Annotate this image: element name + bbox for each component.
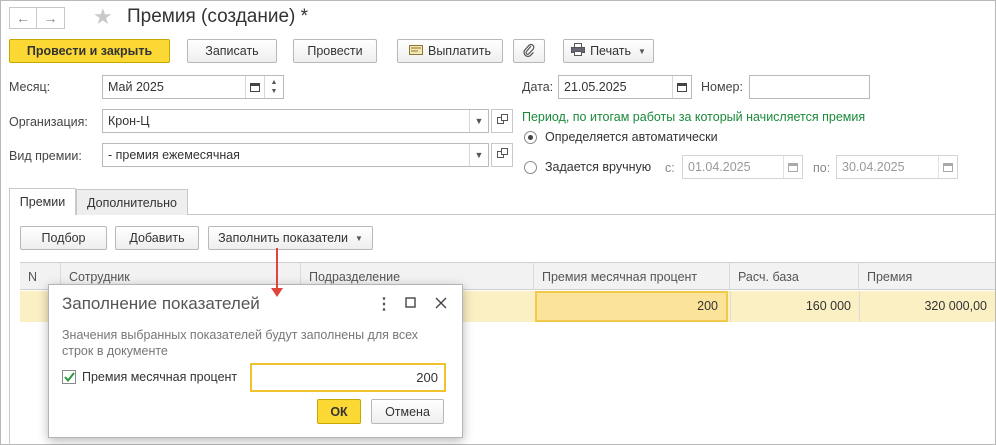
date-label: Дата: [522,80,554,94]
save-button[interactable]: Записать [187,39,277,63]
number-field[interactable] [749,75,870,99]
step-up-icon[interactable]: ▲ [271,78,278,87]
period-auto-radio[interactable] [524,130,537,144]
fill-indicators-button[interactable]: Заполнить показатели ▼ [208,226,373,250]
period-manual-option[interactable]: Задается вручную [524,160,651,174]
dialog-hint: Значения выбранных показателей будут зап… [62,328,419,358]
window-title: Премия (создание) * [127,6,309,27]
calendar-icon[interactable] [783,156,802,178]
period-auto-label: Определяется автоматически [545,130,718,144]
month-value: Май 2025 [108,80,164,94]
back-button[interactable]: ← [9,7,37,29]
paperclip-icon [523,43,535,60]
dialog-title: Заполнение показателей [62,294,260,313]
bonus-type-value: - премия ежемесячная [108,148,240,162]
fill-indicators-label: Заполнить показатели [218,231,348,245]
cancel-button[interactable]: Отмена [371,399,444,424]
to-label: по: [813,161,831,175]
column-header-base[interactable]: Расч. база [730,262,859,290]
fill-indicators-dialog: Заполнение показателей ⋮ Значения выбран… [48,284,463,438]
post-button[interactable]: Провести [293,39,377,63]
cell-percent[interactable]: 200 [535,291,728,322]
open-form-icon [496,114,508,128]
pay-icon [408,44,423,59]
bonus-type-label: Вид премии: [9,149,82,163]
tab-additional[interactable]: Дополнительно [76,189,188,215]
indicator-option[interactable]: Премия месячная процент [62,370,237,384]
bonus-type-field[interactable]: - премия ежемесячная ▼ [102,143,489,167]
chevron-down-icon: ▼ [638,46,646,56]
ok-label: ОК [330,404,348,419]
column-header-bonus[interactable]: Премия [859,262,995,290]
post-and-close-button[interactable]: Провести и закрыть [9,39,170,63]
pick-button[interactable]: Подбор [20,226,107,250]
month-stepper[interactable]: ▲ ▼ [264,76,283,98]
step-down-icon[interactable]: ▼ [271,87,278,96]
pay-button[interactable]: Выплатить [397,39,503,63]
period-auto-option[interactable]: Определяется автоматически [524,130,718,144]
organization-value: Крон-Ц [108,114,150,128]
print-button[interactable]: Печать ▼ [563,39,654,63]
period-caption: Период, по итогам работы за который начи… [522,110,866,124]
period-from-field[interactable]: 01.04.2025 [682,155,803,179]
period-to-value: 30.04.2025 [842,160,905,174]
period-from-value: 01.04.2025 [688,160,751,174]
number-value [750,76,869,98]
indicator-checkbox[interactable] [62,370,76,384]
calendar-icon[interactable] [245,76,264,98]
dropdown-icon[interactable]: ▼ [469,110,488,132]
cell-base[interactable]: 160 000 [731,291,859,322]
period-to-field[interactable]: 30.04.2025 [836,155,958,179]
printer-icon [571,43,586,59]
calendar-icon[interactable] [672,76,691,98]
save-label: Записать [205,44,259,58]
annotation-arrow [276,248,278,292]
from-label: с: [665,161,675,175]
column-header-percent[interactable]: Премия месячная процент [534,262,730,290]
more-options-icon[interactable]: ⋮ [376,294,392,314]
month-label: Месяц: [9,80,51,94]
tab-bonuses[interactable]: Премии [9,188,76,215]
favorite-star-icon[interactable]: ★ [93,4,113,30]
annotation-arrow-head [271,288,283,297]
attach-button[interactable] [513,39,545,63]
open-organization-button[interactable] [491,109,513,133]
maximize-icon[interactable] [405,294,416,312]
date-field[interactable]: 21.05.2025 [558,75,692,99]
forward-button[interactable]: → [37,7,65,29]
cell-bonus[interactable]: 320 000,00 [860,291,995,322]
post-label: Провести [307,44,363,58]
indicator-value-input[interactable]: 200 [250,363,446,392]
tab-additional-label: Дополнительно [87,195,177,210]
dropdown-icon[interactable]: ▼ [469,144,488,166]
number-label: Номер: [701,80,743,94]
tab-bonuses-label: Премии [19,195,66,209]
add-button[interactable]: Добавить [115,226,199,250]
month-field[interactable]: Май 2025 ▲ ▼ [102,75,284,99]
period-manual-label: Задается вручную [545,160,652,174]
organization-field[interactable]: Крон-Ц ▼ [102,109,489,133]
date-value: 21.05.2025 [564,80,627,94]
pick-label: Подбор [41,231,86,245]
cancel-label: Отмена [385,404,430,419]
nav-buttons: ← → [9,7,65,29]
post-and-close-label: Провести и закрыть [26,44,153,58]
period-manual-radio[interactable] [524,160,537,174]
pay-label: Выплатить [427,44,491,58]
close-icon[interactable] [435,294,447,313]
print-label: Печать [590,44,632,58]
open-bonus-type-button[interactable] [491,143,513,167]
chevron-down-icon: ▼ [355,233,363,243]
ok-button[interactable]: ОК [317,399,361,424]
calendar-icon[interactable] [938,156,957,178]
organization-label: Организация: [9,115,88,129]
indicator-label: Премия месячная процент [82,370,238,384]
open-form-icon [496,148,508,162]
add-label: Добавить [129,231,185,245]
